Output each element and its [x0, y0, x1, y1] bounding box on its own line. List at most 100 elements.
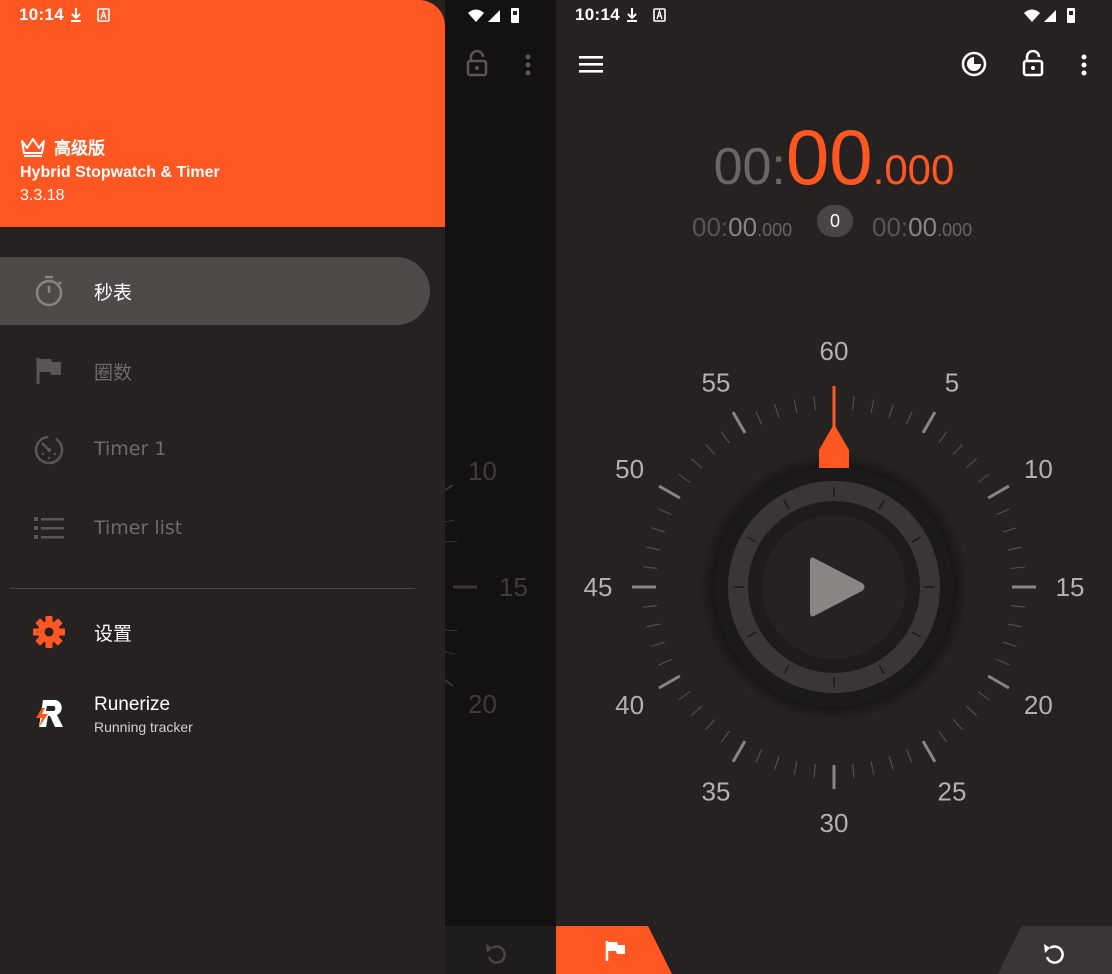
- dial-label: 5: [945, 368, 959, 398]
- dial-tick: [987, 674, 1010, 690]
- app-name: Hybrid Stopwatch & Timer: [20, 164, 220, 181]
- dial-tick: [965, 458, 978, 469]
- dial-tick: [965, 705, 978, 716]
- dial-label: 35: [702, 776, 731, 806]
- dial-label: 45: [584, 572, 613, 602]
- dial-tick: [658, 658, 672, 666]
- dial-tick: [888, 404, 894, 418]
- dial-tick: [938, 730, 948, 743]
- promo-subtitle: Running tracker: [94, 719, 193, 735]
- dial-tick: [678, 691, 691, 701]
- dial-tick: [774, 756, 780, 770]
- dial-tick: [705, 718, 716, 731]
- dial-tick: [690, 705, 703, 716]
- dial-tick: [870, 761, 875, 775]
- lock-icon[interactable]: [1020, 50, 1046, 78]
- dial-tick: [755, 411, 763, 425]
- dial-tick: [658, 508, 672, 516]
- runerize-logo-icon: [36, 700, 63, 727]
- drawer-item-label: 秒表: [94, 281, 133, 304]
- dial-tick: [905, 749, 913, 763]
- lap-right-millis: .000: [937, 220, 973, 240]
- drawer-item-settings[interactable]: 设置: [0, 598, 430, 666]
- dial-tick: [852, 395, 855, 411]
- drawer-item-timer-list[interactable]: Timer list: [0, 494, 430, 562]
- dial-tick: [731, 411, 747, 434]
- dial-tick: [888, 756, 894, 770]
- stopwatch-icon: [32, 274, 66, 308]
- drawer-item-timer-1[interactable]: Timer 1: [0, 415, 430, 483]
- dial-tick: [905, 411, 913, 425]
- dial-tick: [651, 641, 665, 647]
- main-millis: 000: [884, 146, 955, 193]
- dial-tick: [921, 411, 937, 434]
- drawer-item-label: Timer list: [94, 517, 183, 539]
- more-vert-icon[interactable]: [522, 52, 534, 78]
- dial-tick: [705, 443, 716, 456]
- drawer-item-stopwatch[interactable]: 秒表: [0, 257, 430, 325]
- dial-tick: [952, 718, 963, 731]
- drawer-item-label: 圈数: [94, 361, 133, 384]
- gear-icon: [32, 615, 66, 649]
- drawer-item-laps[interactable]: 圈数: [0, 337, 430, 405]
- lap-flag-button[interactable]: [556, 926, 672, 974]
- lock-icon[interactable]: [464, 50, 490, 78]
- dial-tick: [793, 399, 798, 413]
- drawer-header: 10:14 高级版 Hybrid Stopwatch & Timer 3.3.1…: [0, 0, 445, 227]
- background-dial-label: 20: [468, 689, 497, 719]
- lap-right-seconds: 00: [908, 212, 938, 242]
- dial-tick: [1010, 566, 1026, 569]
- background-reset-tab[interactable]: [445, 926, 556, 974]
- dial-label: 40: [615, 690, 644, 720]
- dial-tick: [1008, 546, 1022, 551]
- background-dial-label: 10: [468, 456, 497, 486]
- dial-label: 10: [1024, 454, 1053, 484]
- crown-icon: [21, 137, 45, 157]
- dial-tick: [977, 691, 990, 701]
- dial-tick: [1003, 641, 1017, 647]
- dial-label: 55: [702, 368, 731, 398]
- promo-title: Runerize: [94, 694, 171, 715]
- lap-left-millis: .000: [757, 220, 793, 240]
- list-icon: [32, 511, 66, 545]
- dial-tick: [642, 605, 658, 608]
- dial-tick: [996, 658, 1010, 666]
- theme-mode-icon[interactable]: [960, 50, 988, 78]
- drawer-item-label: Timer 1: [94, 438, 167, 460]
- dial-tick: [720, 431, 730, 444]
- dial-tick: [852, 763, 855, 779]
- dial-tick: [1003, 527, 1017, 533]
- dial-label: 50: [615, 454, 644, 484]
- status-time: 10:14: [575, 5, 620, 24]
- dial-tick: [690, 458, 703, 469]
- status-icons: [468, 8, 519, 23]
- download-icon: [71, 8, 110, 22]
- flag-icon: [32, 354, 66, 388]
- right-screen: 10:14 00:00.000 00:00.000 0 00:00.000 60…: [556, 0, 1112, 974]
- dial-tick: [755, 749, 763, 763]
- dial-tick: [720, 730, 730, 743]
- dial-label: 25: [938, 776, 967, 806]
- reset-button[interactable]: [996, 926, 1112, 974]
- dial-tick: [938, 431, 948, 444]
- stopwatch-dial: 60 5 10 15 20 25 30 35 40 45 50 55: [584, 336, 1085, 838]
- dial-tick: [996, 508, 1010, 516]
- premium-row[interactable]: 高级版: [20, 134, 105, 159]
- more-vert-icon[interactable]: [1078, 52, 1090, 78]
- dial-tick: [1008, 623, 1022, 628]
- dial-label: 30: [820, 808, 849, 838]
- dial-tick: [977, 473, 990, 483]
- status-bar: 10:14: [0, 0, 445, 30]
- dial-tick: [952, 443, 963, 456]
- menu-icon[interactable]: [578, 53, 604, 75]
- navigation-drawer: 10:14 高级版 Hybrid Stopwatch & Timer 3.3.1…: [0, 0, 445, 974]
- premium-label: 高级版: [54, 139, 105, 159]
- status-bar: 10:14: [556, 0, 1112, 30]
- dial-tick: [646, 623, 660, 628]
- dial-tick: [651, 527, 665, 533]
- dial-hand: [819, 386, 849, 468]
- dial-tick: [678, 473, 691, 483]
- lap-time-left: 00:00.000: [692, 212, 792, 243]
- lap-time-right: 00:00.000: [872, 212, 972, 243]
- main-seconds: 00: [785, 113, 873, 201]
